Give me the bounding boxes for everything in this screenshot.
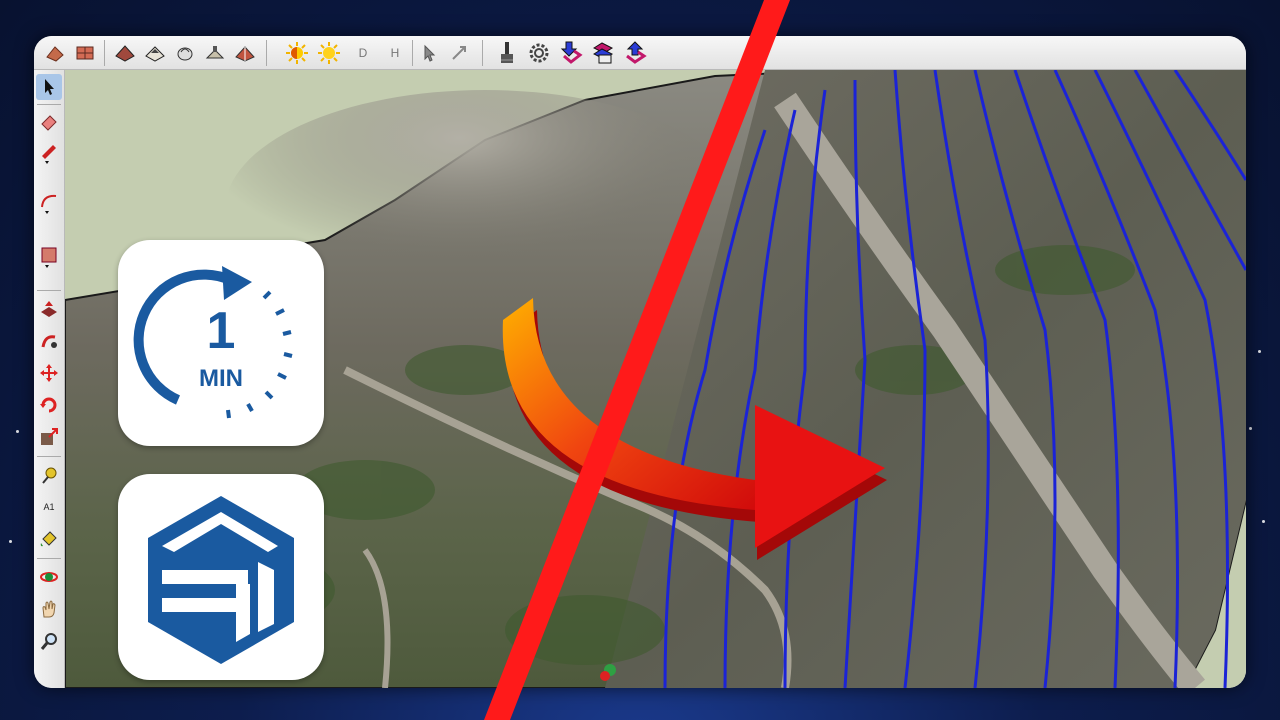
sketchup-window: D H A1 1 MIN xyxy=(34,36,1246,688)
timer-number: 1 xyxy=(207,302,236,360)
toolbar-separator xyxy=(482,40,483,66)
star-sparkle xyxy=(1258,350,1261,353)
import-icon[interactable] xyxy=(558,40,584,66)
pan-icon[interactable] xyxy=(36,596,62,622)
star-sparkle xyxy=(1249,427,1252,430)
scale-icon[interactable] xyxy=(36,424,62,450)
sun-icon[interactable] xyxy=(316,40,342,66)
tape-measure-icon[interactable] xyxy=(36,462,62,488)
timer-badge: 1 MIN xyxy=(118,240,324,446)
move-icon[interactable] xyxy=(36,360,62,386)
rectangle-icon[interactable] xyxy=(36,244,62,270)
terrain-grid-icon[interactable] xyxy=(72,40,98,66)
star-sparkle xyxy=(9,540,12,543)
model-viewport[interactable]: 1 MIN xyxy=(65,70,1246,688)
tool-separator xyxy=(37,558,61,559)
sandbox-from-scratch-icon[interactable] xyxy=(142,40,168,66)
arc-icon[interactable] xyxy=(36,190,62,216)
pencil-icon[interactable] xyxy=(36,140,62,166)
tool-separator xyxy=(37,104,61,105)
tool-separator xyxy=(37,290,61,291)
push-pull-icon[interactable] xyxy=(36,296,62,322)
main-toolbar: D H xyxy=(34,36,1246,70)
hour-letter-icon[interactable]: H xyxy=(382,40,408,66)
text-label-icon[interactable]: A1 xyxy=(36,494,62,520)
stamp-icon[interactable] xyxy=(202,40,228,66)
brush-icon[interactable] xyxy=(494,40,520,66)
tools-toolbar: A1 xyxy=(34,70,65,688)
date-letter-icon[interactable]: D xyxy=(350,40,376,66)
sandbox-from-contours-icon[interactable] xyxy=(112,40,138,66)
star-sparkle xyxy=(1262,520,1265,523)
toolbar-separator xyxy=(104,40,105,66)
sun-shadow-icon[interactable] xyxy=(284,40,310,66)
follow-me-icon[interactable] xyxy=(36,328,62,354)
extension-warehouse-icon[interactable] xyxy=(590,40,616,66)
terrain-add-icon[interactable] xyxy=(42,40,68,66)
tool-separator xyxy=(37,456,61,457)
select-arrow-icon[interactable] xyxy=(416,40,442,66)
toolbar-separator xyxy=(412,40,413,66)
measure-arrow-icon[interactable] xyxy=(446,40,472,66)
gear-icon[interactable] xyxy=(526,40,552,66)
export-icon[interactable] xyxy=(622,40,648,66)
timer-unit: MIN xyxy=(199,365,243,392)
paint-bucket-icon[interactable] xyxy=(36,526,62,552)
rotate-icon[interactable] xyxy=(36,392,62,418)
sketchup-logo-badge xyxy=(118,474,324,680)
zoom-icon[interactable] xyxy=(36,628,62,654)
eraser-icon[interactable] xyxy=(36,108,62,134)
drape-icon[interactable] xyxy=(232,40,258,66)
orbit-icon[interactable] xyxy=(36,564,62,590)
select-icon[interactable] xyxy=(36,74,62,100)
toolbar-separator xyxy=(266,40,267,66)
one-minute-timer-icon: 1 MIN xyxy=(133,266,293,419)
smoove-icon[interactable] xyxy=(172,40,198,66)
star-sparkle xyxy=(16,430,19,433)
sketchup-logo-icon xyxy=(148,496,294,664)
